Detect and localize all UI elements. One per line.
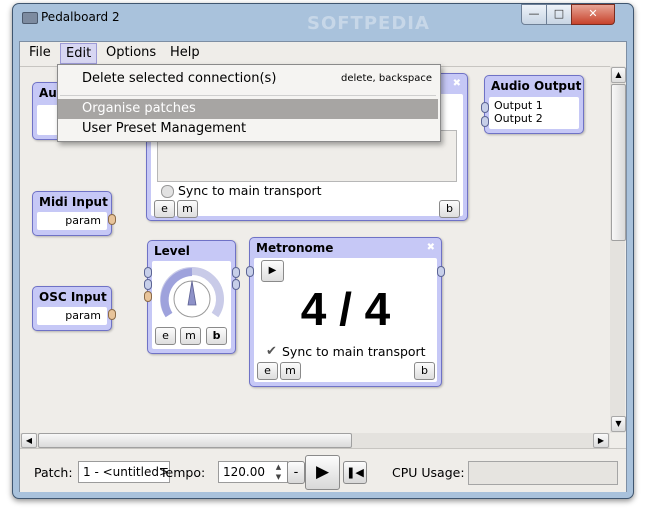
level-bypass-button[interactable]: b [206, 327, 227, 345]
tap-tempo-button[interactable]: - [287, 461, 305, 484]
metronome-sync-label: Sync to main transport [282, 344, 426, 359]
vertical-scroll-thumb[interactable] [611, 84, 626, 241]
vertical-scrollbar[interactable]: ▲ ▼ [610, 66, 626, 433]
midi-input-title: Midi Input [39, 195, 108, 209]
patch-label: Patch: [34, 465, 73, 480]
level-knob-icon[interactable] [157, 263, 227, 325]
metronome-title: Metronome [256, 241, 334, 255]
metronome-edit-button[interactable]: e [257, 362, 278, 380]
delete-connection-shortcut: delete, backspace [341, 73, 432, 84]
menu-item-delete-connection[interactable]: Delete selected connection(s) delete, ba… [58, 69, 438, 89]
menu-edit[interactable]: Edit [60, 43, 98, 64]
audio-output-port2-label: Output 2 [494, 112, 543, 125]
recorder-edit-button[interactable]: e [154, 200, 175, 218]
delete-connection-label: Delete selected connection(s) [82, 71, 277, 86]
cpu-usage-label: CPU Usage: [392, 465, 465, 480]
metronome-body: ▶ 4 / 4 ✔ Sync to main transport e m b [254, 258, 437, 382]
recorder-close-icon[interactable]: ✖ [453, 78, 461, 89]
midi-output-port[interactable] [108, 214, 116, 225]
organise-patches-label: Organise patches [82, 101, 196, 116]
midi-input-node[interactable]: Midi Input param [32, 191, 116, 236]
osc-input-body: param [37, 307, 107, 325]
metronome-output-port[interactable] [437, 266, 445, 277]
tempo-label: Tempo: [160, 465, 206, 480]
scroll-left-arrow-icon[interactable]: ◀ [21, 433, 37, 448]
level-param-port[interactable] [144, 291, 152, 302]
menu-item-user-preset-management[interactable]: User Preset Management [58, 119, 438, 139]
play-button[interactable]: ▶ [305, 455, 340, 490]
maximize-button[interactable]: □ [546, 4, 572, 25]
menu-bar: File Edit Options Help [20, 42, 626, 64]
minimize-button[interactable]: — [521, 4, 547, 25]
window-title: Pedalboard 2 [41, 10, 120, 24]
level-output-port-2[interactable] [232, 279, 240, 290]
recorder-sync-checkbox[interactable] [161, 185, 174, 198]
osc-input-node[interactable]: OSC Input param [32, 286, 116, 331]
audio-input-title: Au [39, 86, 57, 100]
edit-dropdown-menu: Delete selected connection(s) delete, ba… [57, 64, 441, 142]
level-input-port-1[interactable] [144, 267, 152, 278]
metronome-mapping-button[interactable]: m [280, 362, 301, 380]
midi-input-body: param [37, 212, 107, 230]
audio-output-input-port-2[interactable] [481, 116, 489, 127]
level-output-port-1[interactable] [232, 267, 240, 278]
level-input-port-2[interactable] [144, 279, 152, 290]
level-title: Level [154, 244, 190, 258]
transport-bar: Patch: 1 - <untitled> Tempo: 120.00 ▲ ▼ -… [20, 448, 626, 492]
menu-help[interactable]: Help [170, 45, 200, 60]
audio-output-port1-label: Output 1 [494, 99, 543, 112]
level-body: e m b [152, 261, 231, 349]
recorder-bypass-button[interactable]: b [439, 200, 460, 218]
metronome-node[interactable]: Metronome ✖ ▶ 4 / 4 ✔ Sync to main trans… [246, 237, 445, 387]
menu-item-organise-patches[interactable]: Organise patches [58, 99, 438, 119]
metronome-close-icon[interactable]: ✖ [427, 242, 435, 253]
metronome-input-port[interactable] [246, 266, 254, 277]
cpu-usage-meter [468, 461, 618, 485]
audio-output-body: Output 1 Output 2 [489, 97, 579, 129]
audio-output-node[interactable]: Audio Output Output 1 Output 2 [481, 75, 584, 134]
osc-input-title: OSC Input [39, 290, 107, 304]
menu-separator [60, 95, 436, 96]
menu-options[interactable]: Options [106, 45, 156, 60]
user-preset-management-label: User Preset Management [82, 121, 247, 136]
tempo-spinner-icon[interactable]: ▲ ▼ [273, 462, 284, 482]
level-edit-button[interactable]: e [155, 327, 176, 345]
metronome-time-signature: 4 / 4 [300, 283, 391, 335]
audio-output-input-port-1[interactable] [481, 102, 489, 113]
midi-param-label: param [65, 214, 101, 227]
level-mapping-button[interactable]: m [180, 327, 201, 345]
rewind-button[interactable]: ❚◀ [343, 461, 367, 484]
scroll-up-arrow-icon[interactable]: ▲ [611, 67, 626, 83]
osc-param-label: param [65, 309, 101, 322]
recorder-sync-label: Sync to main transport [178, 183, 322, 198]
recorder-mapping-button[interactable]: m [177, 200, 198, 218]
horizontal-scroll-thumb[interactable] [38, 433, 352, 448]
watermark: SOFTPEDIA [307, 13, 430, 34]
horizontal-scrollbar[interactable]: ◀ ▶ [20, 433, 610, 448]
scroll-down-arrow-icon[interactable]: ▼ [611, 416, 626, 432]
menu-file[interactable]: File [29, 45, 51, 60]
osc-output-port[interactable] [108, 309, 116, 320]
close-button[interactable]: ✕ [571, 4, 615, 25]
metronome-bypass-button[interactable]: b [414, 362, 435, 380]
scroll-right-arrow-icon[interactable]: ▶ [593, 433, 609, 448]
metronome-sync-checkbox[interactable]: ✔ [266, 344, 277, 359]
level-node[interactable]: Level e m b [144, 240, 240, 354]
patch-select[interactable]: 1 - <untitled> [78, 461, 170, 483]
audio-output-title: Audio Output [491, 79, 582, 93]
metronome-play-button[interactable]: ▶ [261, 260, 284, 282]
app-icon [22, 12, 38, 24]
title-bar[interactable]: Pedalboard 2 SOFTPEDIA — □ ✕ [13, 4, 633, 40]
